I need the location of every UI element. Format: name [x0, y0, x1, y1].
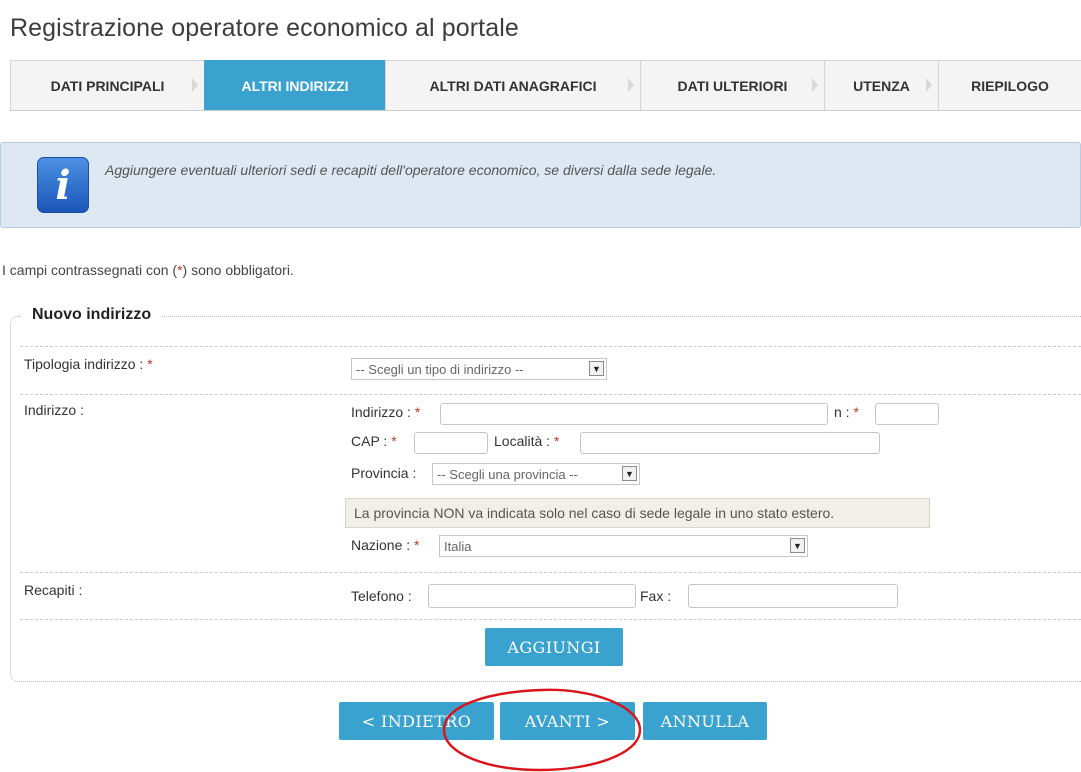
mandatory-fields-note: I campi contrassegnati con (*) sono obbl… — [2, 262, 294, 278]
tab-riepilogo[interactable]: RIEPILOGO — [938, 60, 1081, 110]
required-star: * — [853, 404, 859, 420]
localita-label-text: Località : — [494, 433, 554, 449]
numero-label-text: n : — [834, 404, 854, 420]
tipologia-select-value: -- Scegli un tipo di indirizzo -- — [356, 361, 524, 377]
cap-label: CAP : * — [351, 433, 397, 449]
numero-civico-input[interactable] — [875, 403, 939, 425]
required-star: * — [414, 404, 421, 420]
provincia-select[interactable]: -- Scegli una provincia -- ▼ — [432, 463, 640, 485]
cancel-button[interactable]: ANNULLA — [643, 702, 767, 740]
cap-input[interactable] — [414, 432, 488, 454]
tab-dati-ulteriori[interactable]: DATI ULTERIORI — [640, 60, 824, 110]
chevron-down-icon[interactable]: ▼ — [589, 361, 604, 376]
chevron-down-icon[interactable]: ▼ — [790, 538, 805, 553]
indirizzo-label: Indirizzo : * — [351, 404, 420, 420]
tipologia-label-text: Tipologia indirizzo : — [24, 356, 148, 372]
fieldset-legend: Nuovo indirizzo — [22, 306, 162, 324]
row-divider — [20, 619, 1081, 620]
fax-label: Fax : — [640, 588, 672, 604]
nazione-select[interactable]: Italia ▼ — [439, 535, 808, 557]
required-star: * — [147, 356, 153, 372]
wizard-tabs: DATI PRINCIPALI ALTRI INDIRIZZI ALTRI DA… — [10, 60, 1081, 111]
indirizzo-row-label: Indirizzo : — [24, 402, 84, 418]
row-divider — [20, 346, 1081, 347]
tab-altri-indirizzi[interactable]: ALTRI INDIRIZZI — [204, 60, 385, 110]
info-icon: i — [37, 157, 89, 213]
tab-separator-arrow-icon — [192, 78, 198, 92]
aggiungi-button[interactable]: AGGIUNGI — [485, 628, 623, 666]
info-box: i Aggiungere eventuali ulteriori sedi e … — [0, 142, 1081, 228]
tab-separator-arrow-icon — [926, 78, 932, 92]
row-divider — [20, 394, 1081, 395]
required-star: * — [391, 433, 397, 449]
provincia-select-value: -- Scegli una provincia -- — [437, 466, 578, 482]
cap-label-text: CAP : — [351, 433, 392, 449]
tipologia-select[interactable]: -- Scegli un tipo di indirizzo -- ▼ — [351, 358, 607, 380]
required-star: * — [553, 433, 560, 449]
page-title: Registrazione operatore economico al por… — [10, 14, 519, 42]
tab-separator-arrow-icon — [812, 78, 818, 92]
tab-utenza[interactable]: UTENZA — [824, 60, 938, 110]
indirizzo-input[interactable] — [440, 403, 828, 425]
tab-dati-principali[interactable]: DATI PRINCIPALI — [10, 60, 204, 110]
tab-separator-arrow-icon — [628, 78, 634, 92]
nazione-label-text: Nazione : — [351, 537, 415, 553]
info-text: Aggiungere eventuali ulteriori sedi e re… — [105, 162, 717, 178]
telefono-input[interactable] — [428, 584, 636, 608]
mandatory-note-suffix: ) sono obbligatori. — [182, 262, 294, 278]
provincia-notice: La provincia NON va indicata solo nel ca… — [345, 498, 930, 528]
tab-altri-dati-anagrafici[interactable]: ALTRI DATI ANAGRAFICI — [385, 60, 640, 110]
annotation-ellipse — [442, 688, 642, 772]
localita-label: Località : * — [494, 433, 559, 449]
row-divider — [20, 572, 1081, 573]
annotation-ellipse-path — [442, 688, 642, 772]
chevron-down-icon[interactable]: ▼ — [622, 466, 637, 481]
provincia-label: Provincia : — [351, 465, 417, 481]
recapiti-row-label: Recapiti : — [24, 582, 83, 598]
mandatory-note-prefix: I campi contrassegnati con ( — [2, 262, 178, 278]
nazione-label: Nazione : * — [351, 537, 420, 553]
telefono-label: Telefono : — [351, 588, 412, 604]
indirizzo-label-text: Indirizzo : — [351, 404, 415, 420]
numero-label: n : * — [834, 404, 859, 420]
tipologia-label: Tipologia indirizzo : * — [24, 356, 153, 372]
nazione-select-value: Italia — [444, 538, 472, 554]
required-star: * — [414, 537, 420, 553]
localita-input[interactable] — [580, 432, 880, 454]
fax-input[interactable] — [688, 584, 898, 608]
